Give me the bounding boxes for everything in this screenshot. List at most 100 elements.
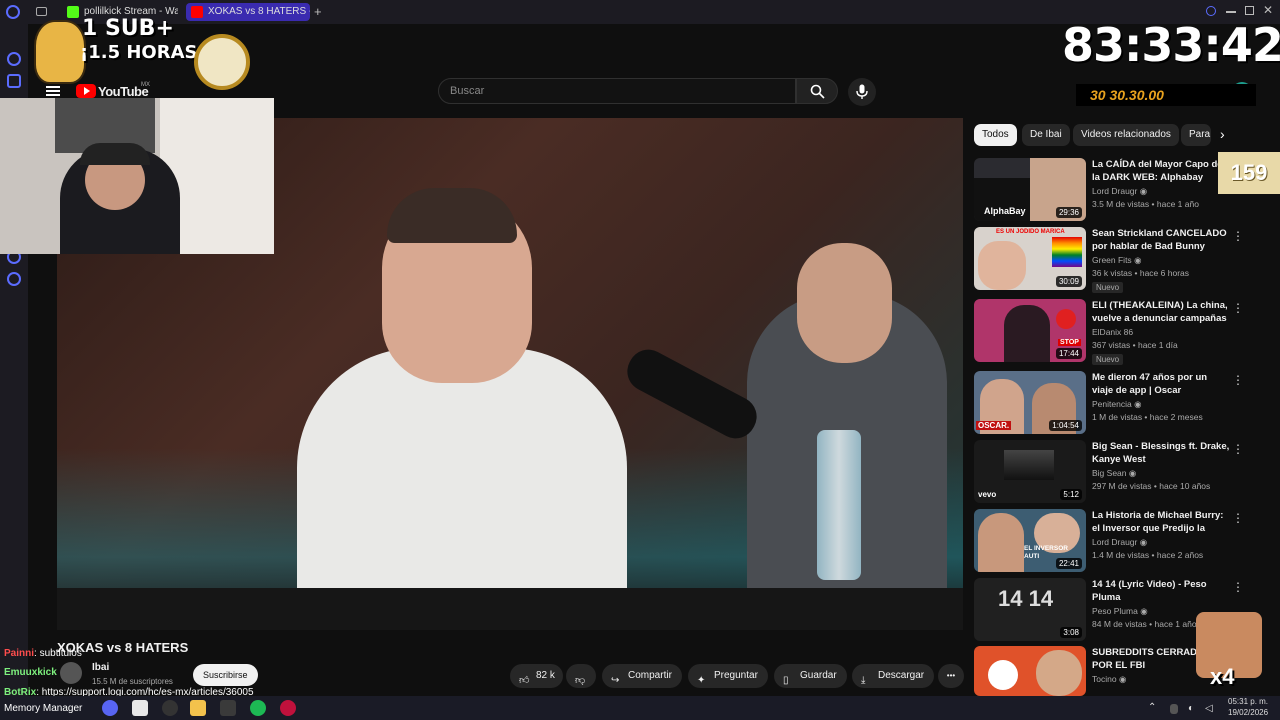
channel-name[interactable]: Green Fits ◉ [1092,255,1141,266]
maximize-icon[interactable] [1245,6,1254,15]
taskbar-date[interactable]: 19/02/2026 [1228,708,1268,717]
more-options-icon[interactable]: ⋮ [1232,511,1244,527]
download-button[interactable]: ⤓ Descargar [852,664,935,688]
recommendation-item[interactable]: vevo 5:12 Big Sean - Blessings ft. Drake… [974,440,1264,504]
viewer-count-badge: 159 [1218,152,1280,194]
verified-icon: ◉ [1140,606,1148,616]
new-tab-icon[interactable]: + [314,4,322,19]
share-button[interactable]: ↪ Compartir [602,664,682,688]
chevron-right-icon[interactable]: › [1220,126,1225,142]
taskbar-app-label[interactable]: Memory Manager [4,703,82,714]
video-thumbnail[interactable] [974,646,1086,696]
channel-label: Peso Pluma [1092,606,1138,616]
thumbnail-text: ES UN JODIDO MARICA [996,229,1065,235]
search-tabs-icon[interactable] [1206,6,1216,16]
taskbar-time[interactable]: 05:31 p. m. [1228,697,1268,706]
file-explorer-icon[interactable] [190,700,206,716]
more-options-icon[interactable]: ⋮ [1232,229,1244,245]
alarm-clock-icon [194,34,250,90]
video-title[interactable]: Sean Strickland CANCELADO por hablar de … [1092,227,1230,253]
network-icon[interactable]: ◐ [1188,703,1194,714]
person-hair [387,188,517,243]
more-options-icon[interactable]: ⋮ [1232,373,1244,389]
video-thumbnail[interactable]: OSCAR. 1:04:54 [974,371,1086,434]
like-button[interactable]: 👍︎ 82 k [510,664,563,688]
recommendation-item[interactable]: OSCAR. 1:04:54 Me dieron 47 años por un … [974,371,1264,435]
duration-badge: 22:41 [1055,558,1082,569]
streamer-webcam [0,98,274,254]
chat-message: Painni: subtitulos [4,648,82,659]
sidebar-messenger-icon[interactable] [7,52,21,66]
opera-gx-icon[interactable] [280,700,296,716]
video-meta: 367 vistas • hace 1 día [1092,340,1178,350]
chat-text: : subtitulos [34,648,82,659]
dislike-button[interactable]: 👎︎ [566,664,596,688]
ask-button[interactable]: ✦ Preguntar [688,664,768,688]
tray-chevron-icon[interactable]: ⌃ [1148,702,1156,713]
video-title[interactable]: Big Sean - Blessings ft. Drake, Kanye We… [1092,440,1230,466]
download-label: Descargar [878,670,925,681]
chip-for-you[interactable]: Para [1181,124,1211,146]
video-title[interactable]: La CAÍDA del Mayor Capo de la DARK WEB: … [1092,158,1230,184]
video-thumbnail[interactable]: vevo 5:12 [974,440,1086,503]
video-thumbnail[interactable]: 14 14 3:08 [974,578,1086,641]
channel-name[interactable]: Lord Draugr ◉ [1092,186,1147,197]
duration-badge: 1:04:54 [1049,420,1082,431]
clock-app-icon[interactable] [162,700,178,716]
voice-search-button[interactable] [848,78,876,106]
video-meta: 3.5 M de vistas • hace 1 año [1092,199,1199,209]
recommendation-item[interactable]: ES UN JODIDO MARICA 30:09 Sean Stricklan… [974,227,1264,293]
video-title[interactable]: ELI (THEAKALEINA) La china, vuelve a den… [1092,299,1230,326]
channel-label: Big Sean [1092,468,1127,478]
sidebar-settings-icon[interactable] [7,272,21,286]
thumbnail-face [978,241,1026,290]
video-title[interactable]: 14 14 (Lyric Video) - Peso Pluma [1092,578,1230,604]
channel-name[interactable]: Big Sean ◉ [1092,468,1136,479]
chip-from-ibai[interactable]: De Ibai [1022,124,1070,146]
channel-name[interactable]: Peso Pluma ◉ [1092,606,1148,617]
more-options-icon[interactable]: ⋮ [1232,580,1244,596]
share-icon: ↪ [611,675,620,686]
save-button[interactable]: ▯ Guardar [774,664,847,688]
video-thumbnail[interactable]: AlphaBay 29:36 [974,158,1086,221]
chat-username: Painni [4,648,35,659]
more-actions-button[interactable]: ••• [938,664,964,688]
thumbnail-text: 14 14 [998,586,1054,611]
verified-icon: ◉ [1134,255,1142,265]
browser-logo-icon[interactable] [6,5,20,19]
channel-name[interactable]: ElDanix 86 [1092,327,1133,337]
video-thumbnail[interactable]: ES UN JODIDO MARICA 30:09 [974,227,1086,290]
search-button[interactable] [796,78,838,104]
channel-label: Penitencia [1092,399,1132,409]
chip-all[interactable]: Todos [974,124,1017,146]
microphone-tray-icon[interactable] [1170,704,1178,714]
discord-icon[interactable] [102,700,118,716]
minimize-icon[interactable] [1226,11,1236,13]
sidebar-bag-icon[interactable] [7,74,21,88]
timer-secondary: 30 30.30.00 [1076,84,1256,106]
video-thumbnail[interactable]: STOP 17:44 [974,299,1086,362]
search-input[interactable]: Buscar [438,78,796,104]
recommendation-item[interactable]: STOP 17:44 ELI (THEAKALEINA) La china, v… [974,299,1264,365]
recommendation-item[interactable]: EL INVERSOR AUTI 22:41 La Historia de Mi… [974,509,1264,573]
spotify-icon[interactable] [250,700,266,716]
more-options-icon[interactable]: ⋮ [1232,442,1244,458]
gamepad-icon[interactable] [220,700,236,716]
person-background-face [797,243,892,363]
volume-icon[interactable]: ◁ [1205,703,1213,714]
cartoon-mascot-icon [34,20,86,84]
video-thumbnail[interactable]: EL INVERSOR AUTI 22:41 [974,509,1086,572]
channel-name[interactable]: Lord Draugr ◉ [1092,537,1147,548]
video-meta: 297 M de vistas • hace 10 años [1092,481,1211,491]
close-window-icon[interactable]: ✕ [1263,3,1273,17]
video-title[interactable]: La Historia de Michael Burry: el Inverso… [1092,509,1230,536]
verified-icon: ◉ [1134,399,1142,409]
bookmark-icon: ▯ [783,675,789,686]
chip-related[interactable]: Videos relacionados [1073,124,1179,146]
video-title[interactable]: Me dieron 47 años por un viaje de app | … [1092,371,1230,398]
channel-name[interactable]: Tocino ◉ [1092,674,1126,685]
channel-name[interactable]: Penitencia ◉ [1092,399,1142,410]
more-options-icon[interactable]: ⋮ [1232,301,1244,317]
duration-badge: 17:44 [1055,348,1082,359]
calendar-icon[interactable] [132,700,148,716]
